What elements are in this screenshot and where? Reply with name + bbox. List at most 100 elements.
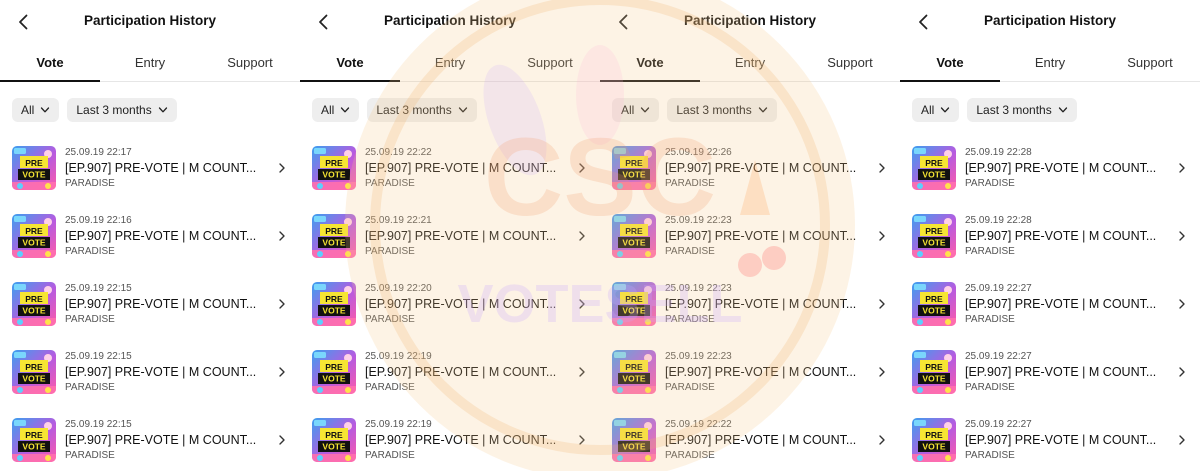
list-item[interactable]: PRE VOTE 25.09.19 22:17 [EP.907] PRE-VOT… (12, 134, 288, 202)
list-item[interactable]: PRE VOTE 25.09.19 22:19 [EP.907] PRE-VOT… (312, 406, 588, 471)
item-meta: 25.09.19 22:26 [EP.907] PRE-VOTE | M COU… (665, 147, 868, 189)
vote-title: [EP.907] PRE-VOTE | M COUNT... (65, 365, 257, 379)
thumbnail-line2: VOTE (322, 442, 345, 452)
app-header: Participation History (0, 0, 300, 42)
thumbnail-line2: VOTE (922, 170, 945, 180)
tab-bar: Vote Entry Support (900, 42, 1200, 82)
list-item[interactable]: PRE VOTE 25.09.19 22:22 [EP.907] PRE-VOT… (312, 134, 588, 202)
item-meta: 25.09.19 22:28 [EP.907] PRE-VOTE | M COU… (965, 215, 1168, 257)
thumbnail-line2: VOTE (322, 170, 345, 180)
vote-title: [EP.907] PRE-VOTE | M COUNT... (665, 365, 857, 379)
artist-name: PARADISE (665, 314, 715, 325)
pre-vote-thumbnail-icon: PRE VOTE (612, 214, 656, 258)
chevron-right-icon (279, 435, 285, 445)
list-item[interactable]: PRE VOTE 25.09.19 22:27 [EP.907] PRE-VOT… (912, 338, 1188, 406)
vote-timestamp: 25.09.19 22:27 (965, 351, 1032, 362)
pre-vote-thumbnail-icon: PRE VOTE (312, 418, 356, 462)
list-item[interactable]: PRE VOTE 25.09.19 22:20 [EP.907] PRE-VOT… (312, 270, 588, 338)
chevron-right-icon (1179, 299, 1185, 309)
pre-vote-thumbnail-icon: PRE VOTE (12, 146, 56, 190)
chevron-right-icon (579, 231, 585, 241)
tab-support[interactable]: Support (800, 42, 900, 81)
artist-name: PARADISE (965, 178, 1015, 189)
tab-entry[interactable]: Entry (700, 42, 800, 81)
tab-entry[interactable]: Entry (100, 42, 200, 81)
list-item[interactable]: PRE VOTE 25.09.19 22:26 [EP.907] PRE-VOT… (612, 134, 888, 202)
tab-bar: Vote Entry Support (0, 42, 300, 82)
list-item[interactable]: PRE VOTE 25.09.19 22:19 [EP.907] PRE-VOT… (312, 338, 588, 406)
period-filter-dropdown[interactable]: Last 3 months (667, 98, 777, 122)
chevron-right-icon (1179, 435, 1185, 445)
chevron-down-icon (341, 107, 350, 113)
item-meta: 25.09.19 22:17 [EP.907] PRE-VOTE | M COU… (65, 147, 268, 189)
pre-vote-thumbnail-icon: PRE VOTE (12, 214, 56, 258)
thumbnail-line2: VOTE (922, 374, 945, 384)
thumbnail-line1: PRE (925, 430, 943, 440)
list-item[interactable]: PRE VOTE 25.09.19 22:23 [EP.907] PRE-VOT… (612, 338, 888, 406)
thumbnail-line1: PRE (625, 158, 643, 168)
vote-timestamp: 25.09.19 22:21 (365, 215, 432, 226)
screenshot-collage: Participation History Vote Entry Support… (0, 0, 1200, 471)
tab-vote[interactable]: Vote (300, 42, 400, 82)
list-item[interactable]: PRE VOTE 25.09.19 22:23 [EP.907] PRE-VOT… (612, 270, 888, 338)
tab-support[interactable]: Support (200, 42, 300, 81)
tab-support[interactable]: Support (1100, 42, 1200, 81)
vote-timestamp: 25.09.19 22:16 (65, 215, 132, 226)
thumbnail-line1: PRE (925, 294, 943, 304)
vote-title: [EP.907] PRE-VOTE | M COUNT... (365, 365, 557, 379)
tab-vote[interactable]: Vote (900, 42, 1000, 82)
tab-bar: Vote Entry Support (300, 42, 600, 82)
list-item[interactable]: PRE VOTE 25.09.19 22:28 [EP.907] PRE-VOT… (912, 202, 1188, 270)
vote-timestamp: 25.09.19 22:19 (365, 419, 432, 430)
period-filter-label: Last 3 months (676, 103, 752, 117)
participation-history-screen: Participation History Vote Entry Support… (300, 0, 600, 471)
list-item[interactable]: PRE VOTE 25.09.19 22:28 [EP.907] PRE-VOT… (912, 134, 1188, 202)
list-item[interactable]: PRE VOTE 25.09.19 22:22 [EP.907] PRE-VOT… (612, 406, 888, 471)
category-filter-label: All (921, 103, 935, 117)
list-item[interactable]: PRE VOTE 25.09.19 22:16 [EP.907] PRE-VOT… (12, 202, 288, 270)
category-filter-label: All (621, 103, 635, 117)
app-header: Participation History (300, 0, 600, 42)
period-filter-label: Last 3 months (976, 103, 1052, 117)
list-item[interactable]: PRE VOTE 25.09.19 22:15 [EP.907] PRE-VOT… (12, 338, 288, 406)
tab-entry[interactable]: Entry (400, 42, 500, 81)
category-filter-dropdown[interactable]: All (912, 98, 960, 122)
artist-name: PARADISE (65, 246, 115, 257)
category-filter-dropdown[interactable]: All (612, 98, 660, 122)
period-filter-dropdown[interactable]: Last 3 months (367, 98, 477, 122)
category-filter-dropdown[interactable]: All (312, 98, 360, 122)
pre-vote-thumbnail-icon: PRE VOTE (12, 282, 56, 326)
thumbnail-line1: PRE (325, 430, 343, 440)
chevron-right-icon (279, 231, 285, 241)
tab-entry[interactable]: Entry (1000, 42, 1100, 81)
list-item[interactable]: PRE VOTE 25.09.19 22:21 [EP.907] PRE-VOT… (312, 202, 588, 270)
category-filter-dropdown[interactable]: All (12, 98, 60, 122)
pre-vote-thumbnail-icon: PRE VOTE (612, 282, 656, 326)
tab-vote[interactable]: Vote (600, 42, 700, 82)
thumbnail-line2: VOTE (322, 306, 345, 316)
item-meta: 25.09.19 22:15 [EP.907] PRE-VOTE | M COU… (65, 283, 268, 325)
chevron-down-icon (1058, 107, 1067, 113)
list-item[interactable]: PRE VOTE 25.09.19 22:15 [EP.907] PRE-VOT… (12, 406, 288, 471)
list-item[interactable]: PRE VOTE 25.09.19 22:27 [EP.907] PRE-VOT… (912, 270, 1188, 338)
chevron-down-icon (641, 107, 650, 113)
vote-title: [EP.907] PRE-VOTE | M COUNT... (965, 297, 1157, 311)
pre-vote-thumbnail-icon: PRE VOTE (312, 214, 356, 258)
tab-support[interactable]: Support (500, 42, 600, 81)
list-item[interactable]: PRE VOTE 25.09.19 22:15 [EP.907] PRE-VOT… (12, 270, 288, 338)
period-filter-dropdown[interactable]: Last 3 months (967, 98, 1077, 122)
thumbnail-line1: PRE (325, 294, 343, 304)
pre-vote-thumbnail-icon: PRE VOTE (12, 418, 56, 462)
period-filter-dropdown[interactable]: Last 3 months (67, 98, 177, 122)
list-item[interactable]: PRE VOTE 25.09.19 22:23 [EP.907] PRE-VOT… (612, 202, 888, 270)
category-filter-label: All (321, 103, 335, 117)
chevron-right-icon (579, 367, 585, 377)
vote-title: [EP.907] PRE-VOTE | M COUNT... (665, 229, 857, 243)
list-item[interactable]: PRE VOTE 25.09.19 22:27 [EP.907] PRE-VOT… (912, 406, 1188, 471)
vote-title: [EP.907] PRE-VOTE | M COUNT... (665, 433, 857, 447)
tab-vote[interactable]: Vote (0, 42, 100, 82)
chevron-down-icon (41, 107, 50, 113)
pre-vote-thumbnail-icon: PRE VOTE (912, 282, 956, 326)
item-meta: 25.09.19 22:21 [EP.907] PRE-VOTE | M COU… (365, 215, 568, 257)
thumbnail-line1: PRE (925, 226, 943, 236)
